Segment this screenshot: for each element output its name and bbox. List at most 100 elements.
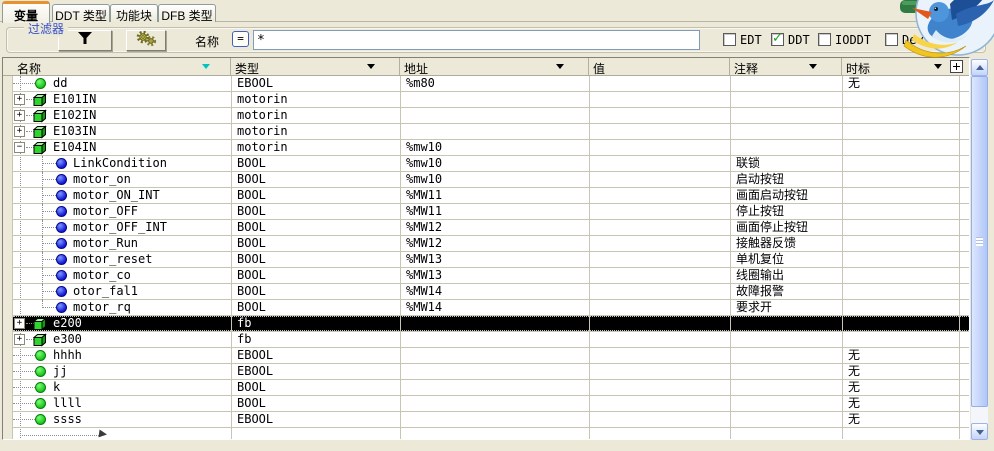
cell-value[interactable] (589, 92, 730, 107)
filter-settings-button[interactable] (126, 30, 166, 51)
cell-timestamp[interactable]: 无 (842, 412, 969, 427)
cell-address[interactable] (400, 124, 589, 139)
cell-type[interactable]: BOOL (231, 284, 400, 299)
cell-name[interactable]: motor_Run (13, 236, 231, 251)
cell-comment[interactable] (730, 364, 842, 379)
cell-comment[interactable] (730, 380, 842, 395)
vertical-scrollbar[interactable] (971, 59, 988, 440)
cell-address[interactable] (400, 364, 589, 379)
cell-type[interactable]: BOOL (231, 172, 400, 187)
cell-value[interactable] (589, 252, 730, 267)
cell-type[interactable]: EBOOL (231, 364, 400, 379)
cell-address[interactable] (400, 380, 589, 395)
tab-function-blocks[interactable]: 功能块 (110, 4, 158, 22)
cell-value[interactable] (589, 188, 730, 203)
expander-toggle[interactable]: + (14, 126, 25, 137)
table-row[interactable]: motor_OFFBOOL%MW11停止按钮 (13, 204, 969, 220)
cell-timestamp[interactable]: 无 (842, 380, 969, 395)
cell-value[interactable] (589, 268, 730, 283)
cell-timestamp[interactable] (842, 92, 969, 107)
cell-timestamp[interactable] (842, 268, 969, 283)
cell-value[interactable] (589, 220, 730, 235)
table-row[interactable]: LinkConditionBOOL%mw10联锁 (13, 156, 969, 172)
cell-type[interactable]: EBOOL (231, 412, 400, 427)
cell-comment[interactable]: 故障报警 (730, 284, 842, 299)
tab-variables[interactable]: 变量 (2, 1, 50, 23)
new-variable-row[interactable] (13, 428, 969, 439)
table-row[interactable]: +E102INmotorin (13, 108, 969, 124)
cell-comment[interactable] (730, 396, 842, 411)
table-row[interactable]: motor_OFF_INTBOOL%MW12画面停止按钮 (13, 220, 969, 236)
cell-address[interactable]: %m80 (400, 76, 589, 91)
cell-comment[interactable]: 接触器反馈 (730, 236, 842, 251)
cell-name[interactable]: hhhh (13, 348, 231, 363)
cell-comment[interactable]: 画面启动按钮 (730, 188, 842, 203)
cell-address[interactable] (400, 316, 589, 331)
cell-value[interactable] (589, 380, 730, 395)
cell-value[interactable] (589, 284, 730, 299)
tab-dfb-types[interactable]: DFB 类型 (158, 4, 216, 22)
cell-value[interactable] (589, 236, 730, 251)
cell-value[interactable] (589, 204, 730, 219)
checkbox-box[interactable]: ✓ (723, 33, 736, 46)
cell-value[interactable] (589, 348, 730, 363)
cell-timestamp[interactable] (842, 124, 969, 139)
cell-type[interactable]: EBOOL (231, 348, 400, 363)
table-row[interactable]: ddEBOOL%m80无 (13, 76, 969, 92)
cell-comment[interactable] (730, 316, 842, 331)
cell-name[interactable]: jj (13, 364, 231, 379)
cell-timestamp[interactable] (842, 316, 969, 331)
cell-comment[interactable]: 画面停止按钮 (730, 220, 842, 235)
cell-timestamp[interactable] (842, 220, 969, 235)
cell-type[interactable]: BOOL (231, 380, 400, 395)
cell-comment[interactable]: 线圈输出 (730, 268, 842, 283)
cell-type[interactable]: BOOL (231, 396, 400, 411)
cell-timestamp[interactable]: 无 (842, 348, 969, 363)
cell-address[interactable]: %MW11 (400, 188, 589, 203)
cell-timestamp[interactable] (842, 252, 969, 267)
table-row[interactable]: motor_onBOOL%mw10启动按钮 (13, 172, 969, 188)
cell-type[interactable]: motorin (231, 124, 400, 139)
cell-comment[interactable]: 启动按钮 (730, 172, 842, 187)
cell-value[interactable] (589, 316, 730, 331)
cell-timestamp[interactable]: 无 (842, 364, 969, 379)
cell-timestamp[interactable] (842, 332, 969, 347)
cell-type[interactable]: fb (231, 316, 400, 331)
cell-comment[interactable]: 要求开 (730, 300, 842, 315)
table-row[interactable]: −E104INmotorin%mw10 (13, 140, 969, 156)
cell-timestamp[interactable] (842, 188, 969, 203)
filter-dropdown-arrow-icon[interactable] (367, 64, 375, 69)
cell-type[interactable]: BOOL (231, 300, 400, 315)
cell-address[interactable] (400, 332, 589, 347)
checkbox-box[interactable]: ✓ (818, 33, 831, 46)
cell-name[interactable]: llll (13, 396, 231, 411)
cell-timestamp[interactable] (842, 156, 969, 171)
cell-value[interactable] (589, 124, 730, 139)
column-header-value[interactable]: 值 (589, 58, 730, 75)
cell-timestamp[interactable] (842, 140, 969, 155)
cell-value[interactable] (589, 332, 730, 347)
table-row[interactable]: motor_resetBOOL%MW13单机复位 (13, 252, 969, 268)
cell-type[interactable]: BOOL (231, 188, 400, 203)
table-row[interactable]: +e200fb (13, 316, 969, 332)
cell-name[interactable]: +E103IN (13, 124, 231, 139)
cell-type[interactable]: BOOL (231, 236, 400, 251)
expander-toggle[interactable]: + (14, 94, 25, 105)
table-row[interactable]: +e300fb (13, 332, 969, 348)
cell-timestamp[interactable] (842, 300, 969, 315)
cell-address[interactable]: %mw10 (400, 156, 589, 171)
cell-comment[interactable] (730, 412, 842, 427)
cell-address[interactable] (400, 348, 589, 363)
cell-address[interactable]: %MW14 (400, 284, 589, 299)
cell-value[interactable] (589, 172, 730, 187)
expander-toggle[interactable]: + (14, 334, 25, 345)
cell-value[interactable] (589, 76, 730, 91)
cell-address[interactable]: %MW12 (400, 236, 589, 251)
cell-name[interactable]: motor_on (13, 172, 231, 187)
table-row[interactable]: hhhhEBOOL 无 (13, 348, 969, 364)
cell-address[interactable] (400, 396, 589, 411)
cell-type[interactable]: BOOL (231, 268, 400, 283)
cell-comment[interactable] (730, 76, 842, 91)
cell-comment[interactable]: 单机复位 (730, 252, 842, 267)
table-row[interactable]: otor_fal1BOOL%MW14故障报警 (13, 284, 969, 300)
